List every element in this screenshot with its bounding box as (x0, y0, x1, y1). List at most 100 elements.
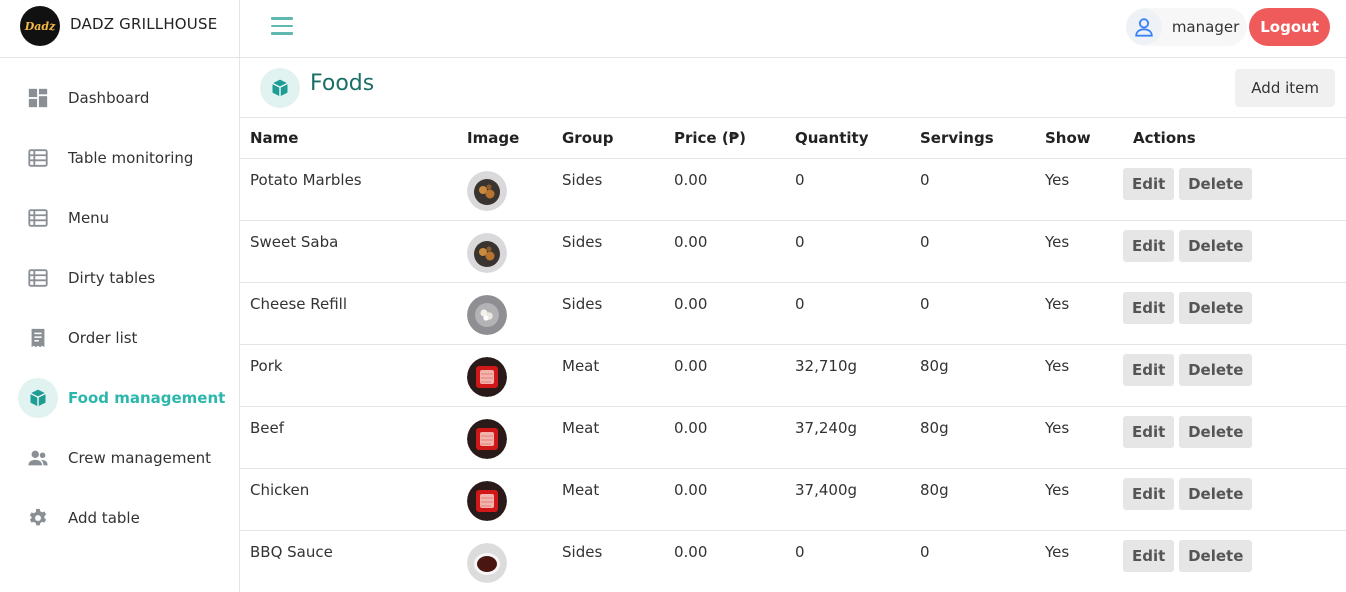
food-image (457, 282, 552, 345)
list-icon (18, 258, 58, 298)
topbar: manager Logout (240, 0, 1346, 58)
food-servings: 80g (910, 406, 1035, 469)
logout-button[interactable]: Logout (1249, 8, 1330, 46)
food-quantity: 0 (785, 530, 910, 592)
delete-button[interactable]: Delete (1179, 415, 1253, 448)
table-row: Beef Meat 0.00 37,240g 80g Yes Edit Delete (240, 406, 1346, 469)
food-quantity: 37,400g (785, 468, 910, 531)
row-actions: Edit Delete (1123, 158, 1346, 221)
food-servings: 0 (910, 530, 1035, 592)
people-icon (18, 438, 58, 478)
brand-logo[interactable]: Dadz (20, 6, 60, 46)
food-servings: 0 (910, 158, 1035, 221)
food-show: Yes (1035, 220, 1123, 283)
food-quantity: 37,240g (785, 406, 910, 469)
sidebar-item-add-table[interactable]: Add table (0, 488, 239, 548)
food-image (457, 344, 552, 407)
food-image (457, 468, 552, 531)
sidebar-item-label: Menu (68, 209, 110, 227)
user-icon (1125, 9, 1162, 45)
add-item-button[interactable]: Add item (1235, 69, 1335, 107)
food-group: Sides (552, 158, 664, 221)
sidebar-item-table-monitoring[interactable]: Table monitoring (0, 128, 239, 188)
food-group: Sides (552, 282, 664, 345)
food-servings: 80g (910, 344, 1035, 407)
column-header: Group (552, 118, 664, 159)
sidebar-item-food-management[interactable]: Food management (0, 368, 239, 428)
edit-button[interactable]: Edit (1123, 167, 1175, 200)
dashboard-icon (18, 78, 58, 118)
sidebar-item-label: Dirty tables (68, 269, 156, 287)
cube-icon (260, 68, 300, 108)
food-name: Pork (240, 344, 457, 407)
food-show: Yes (1035, 158, 1123, 221)
row-actions: Edit Delete (1123, 530, 1346, 592)
food-price: 0.00 (664, 468, 785, 531)
food-show: Yes (1035, 530, 1123, 592)
delete-button[interactable]: Delete (1179, 291, 1253, 324)
food-quantity: 32,710g (785, 344, 910, 407)
delete-button[interactable]: Delete (1179, 229, 1253, 262)
table-row: Chicken Meat 0.00 37,400g 80g Yes Edit Delete (240, 468, 1346, 531)
food-group: Sides (552, 530, 664, 592)
sidebar-item-label: Food management (68, 389, 226, 407)
food-group: Sides (552, 220, 664, 283)
sidebar-nav: Dashboard Table monitoring Menu Dirty table… (0, 58, 239, 548)
edit-button[interactable]: Edit (1123, 539, 1175, 572)
delete-button[interactable]: Delete (1179, 353, 1253, 386)
food-group: Meat (552, 406, 664, 469)
username: manager (1171, 18, 1240, 36)
table-row: Potato Marbles Sides 0.00 0 0 Yes Edit Delete (240, 158, 1346, 221)
sidebar-item-label: Crew management (68, 449, 212, 467)
food-servings: 0 (910, 220, 1035, 283)
table-body: Potato Marbles Sides 0.00 0 0 Yes Edit Delete S… (240, 158, 1346, 592)
table-header-row: Name Image Group Price (₱) Quantity Servings S… (240, 118, 1346, 159)
row-actions: Edit Delete (1123, 220, 1346, 283)
food-price: 0.00 (664, 158, 785, 221)
sidebar: Dadz DADZ GRILLHOUSE Dashboard Table moni… (0, 0, 240, 592)
user-area: manager Logout (1125, 8, 1330, 46)
sidebar-item-order-list[interactable]: Order list (0, 308, 239, 368)
sidebar-item-menu[interactable]: Menu (0, 188, 239, 248)
food-name: Sweet Saba (240, 220, 457, 283)
edit-button[interactable]: Edit (1123, 229, 1175, 262)
menu-toggle-icon[interactable] (271, 17, 293, 39)
food-name: Beef (240, 406, 457, 469)
edit-button[interactable]: Edit (1123, 477, 1175, 510)
column-header: Price (₱) (664, 118, 785, 159)
main-content: Foods Add item Name Image Group Price (₱) Qu… (240, 58, 1346, 592)
brand-name: DADZ GRILLHOUSE (70, 15, 218, 33)
edit-button[interactable]: Edit (1123, 353, 1175, 386)
food-show: Yes (1035, 406, 1123, 469)
table-row: Sweet Saba Sides 0.00 0 0 Yes Edit Delete (240, 220, 1346, 283)
food-group: Meat (552, 468, 664, 531)
sidebar-item-label: Add table (68, 509, 140, 527)
row-actions: Edit Delete (1123, 282, 1346, 345)
food-show: Yes (1035, 282, 1123, 345)
edit-button[interactable]: Edit (1123, 415, 1175, 448)
sidebar-item-label: Order list (68, 329, 138, 347)
row-actions: Edit Delete (1123, 406, 1346, 469)
delete-button[interactable]: Delete (1179, 539, 1253, 572)
delete-button[interactable]: Delete (1179, 167, 1253, 200)
food-quantity: 0 (785, 220, 910, 283)
sidebar-item-crew-management[interactable]: Crew management (0, 428, 239, 488)
food-image (457, 530, 552, 592)
food-image (457, 406, 552, 469)
food-price: 0.00 (664, 530, 785, 592)
food-quantity: 0 (785, 158, 910, 221)
user-menu[interactable]: manager (1125, 8, 1248, 46)
sidebar-item-dashboard[interactable]: Dashboard (0, 68, 239, 128)
food-price: 0.00 (664, 220, 785, 283)
column-header: Show (1035, 118, 1123, 159)
column-header: Name (240, 118, 457, 159)
sidebar-item-label: Dashboard (68, 89, 150, 107)
food-name: Cheese Refill (240, 282, 457, 345)
edit-button[interactable]: Edit (1123, 291, 1175, 324)
food-quantity: 0 (785, 282, 910, 345)
page-title: Foods (310, 71, 375, 96)
delete-button[interactable]: Delete (1179, 477, 1253, 510)
sidebar-item-dirty-tables[interactable]: Dirty tables (0, 248, 239, 308)
cube-icon (18, 378, 58, 418)
food-servings: 80g (910, 468, 1035, 531)
